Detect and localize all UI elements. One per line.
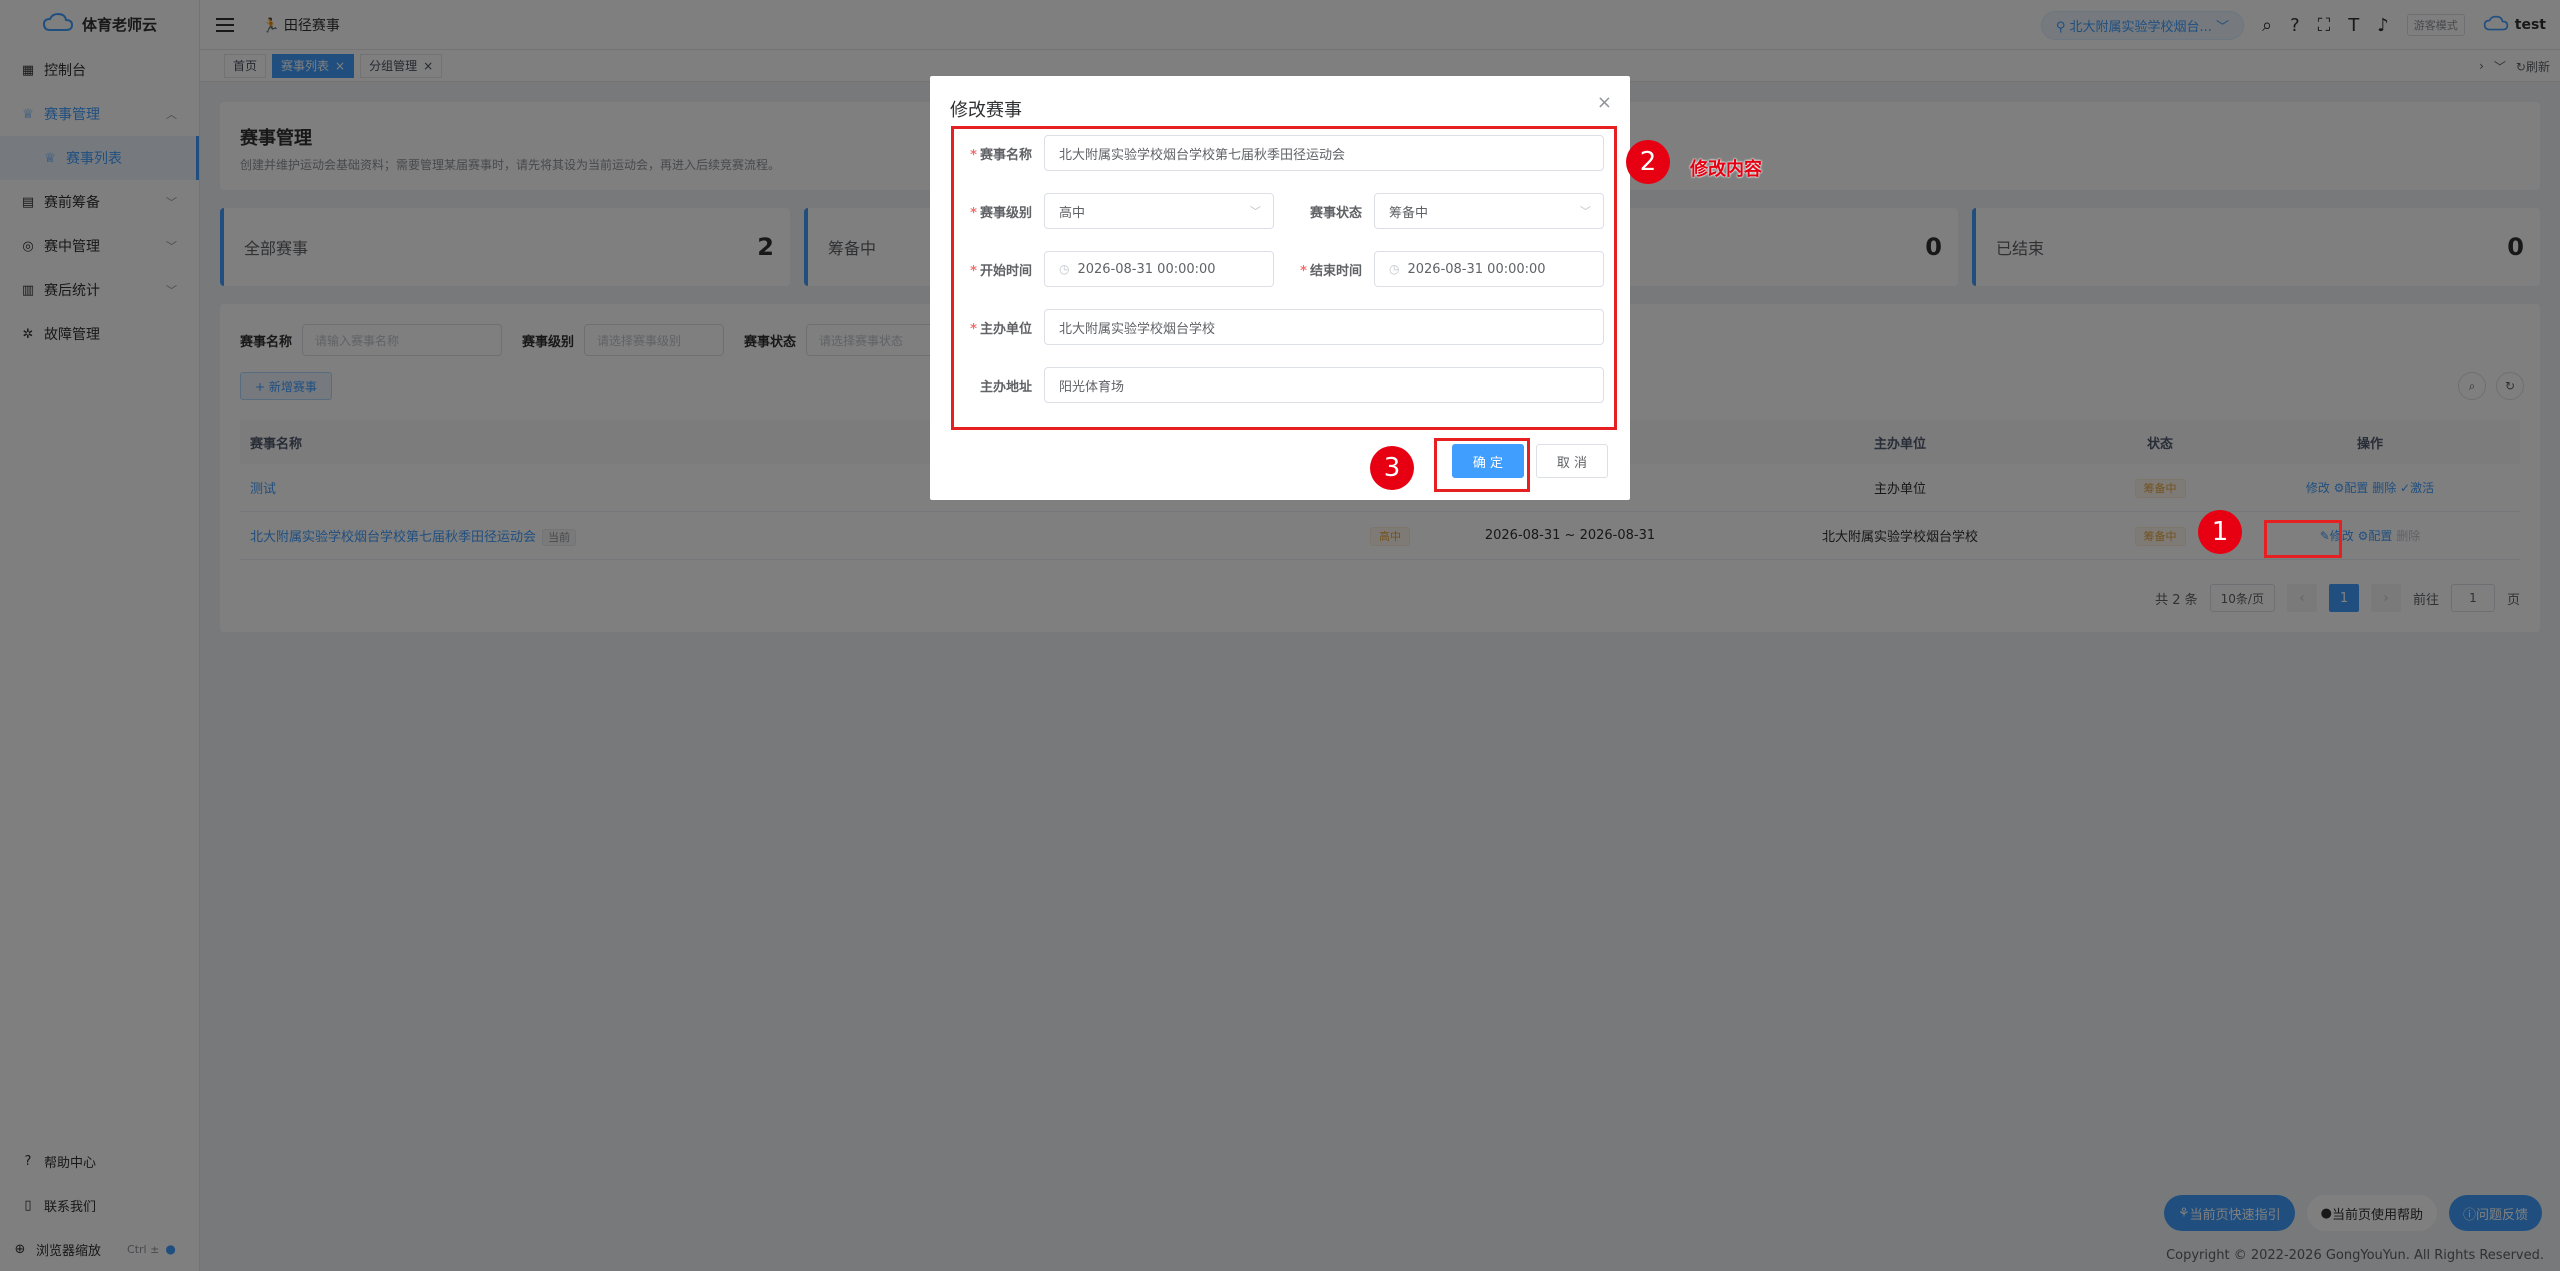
- annotation-text: 修改内容: [1690, 159, 1762, 180]
- dialog-title: 修改赛事: [950, 100, 1022, 121]
- annotation-box-edit: [2264, 520, 2342, 558]
- annotation-number-1: 1: [2198, 510, 2242, 554]
- annotation-box-form: [951, 126, 1617, 430]
- close-icon[interactable]: ×: [1597, 92, 1612, 113]
- annotation-number-3: 3: [1370, 446, 1414, 490]
- annotation-box-confirm: [1434, 438, 1530, 492]
- annotation-number-2: 2: [1626, 140, 1670, 184]
- cancel-button[interactable]: 取 消: [1536, 444, 1608, 478]
